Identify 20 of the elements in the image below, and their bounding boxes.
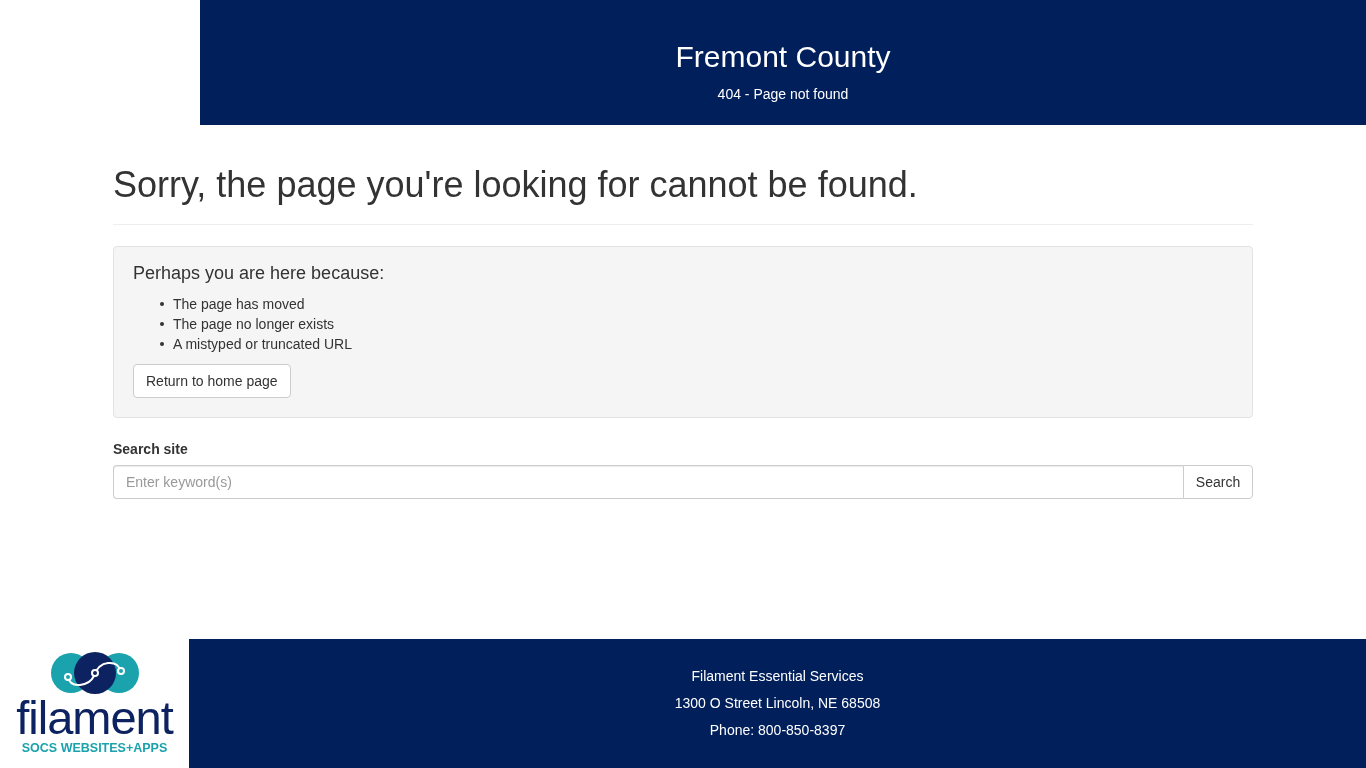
search-button[interactable]: Search bbox=[1183, 465, 1253, 499]
reason-text: The page no longer exists bbox=[173, 316, 335, 332]
bullet-icon bbox=[160, 342, 164, 346]
reason-text: The page has moved bbox=[173, 296, 305, 312]
footer-text: Filament Essential Services bbox=[691, 667, 864, 686]
search-label: Search site bbox=[113, 440, 188, 458]
panel-title: Perhaps you are here because: bbox=[133, 263, 386, 283]
bullet-icon bbox=[160, 302, 164, 306]
site-title: Fremont County bbox=[675, 40, 891, 74]
footer-text: Phone: 800-850-8397 bbox=[709, 721, 846, 740]
circles-logo-icon bbox=[49, 652, 140, 694]
footer-text: 1300 O Street Lincoln, NE 68508 bbox=[674, 694, 881, 713]
logo-tagline: SOCS WEBSITES+APPS bbox=[21, 741, 168, 756]
home-button[interactable]: Return to home page bbox=[133, 364, 291, 398]
search-field[interactable]: Enter keyword(s) bbox=[113, 465, 1183, 499]
reason-text: A mistyped or truncated URL bbox=[173, 336, 352, 352]
page-subtitle: 404 - Page not found bbox=[717, 85, 849, 103]
logo-wordmark: filament bbox=[16, 696, 173, 740]
bullet-icon bbox=[160, 322, 164, 326]
error-heading: Sorry, the page you're looking for cannot be found. bbox=[113, 165, 919, 205]
